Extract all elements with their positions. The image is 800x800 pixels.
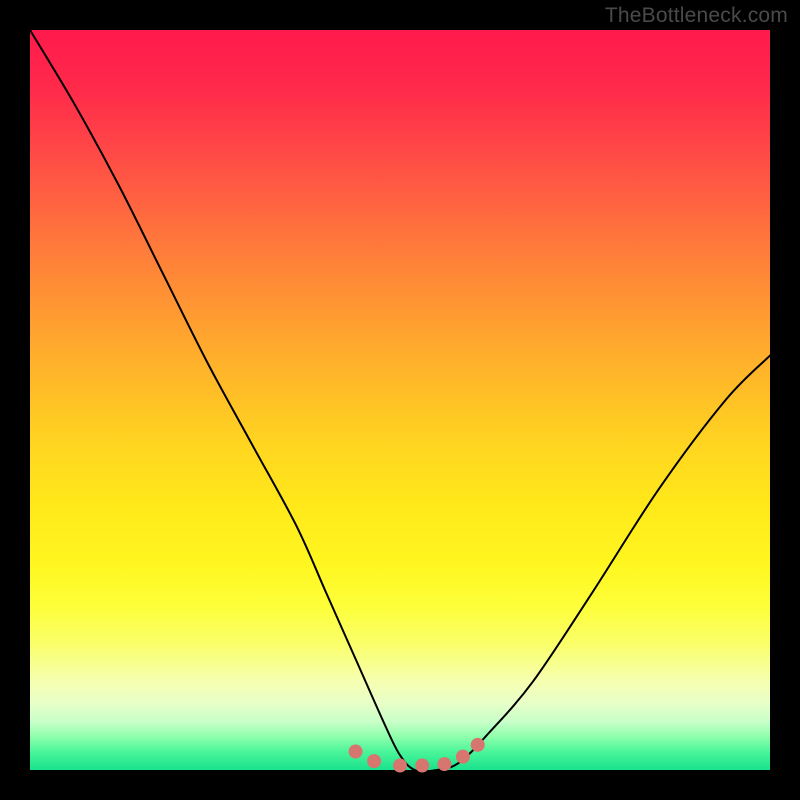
plot-area (30, 30, 770, 770)
watermark-text: TheBottleneck.com (605, 4, 788, 28)
bottleneck-curve (30, 30, 770, 771)
valley-marker-dot (437, 757, 451, 771)
curve-svg (30, 30, 770, 770)
valley-marker-dot (393, 759, 407, 773)
valley-marker-dot (367, 754, 381, 768)
valley-marker-dot (471, 738, 485, 752)
valley-marker-dot (415, 759, 429, 773)
valley-marker-dot (349, 745, 363, 759)
chart-frame: TheBottleneck.com (0, 0, 800, 800)
valley-marker-dot (456, 750, 470, 764)
valley-markers (349, 738, 485, 773)
